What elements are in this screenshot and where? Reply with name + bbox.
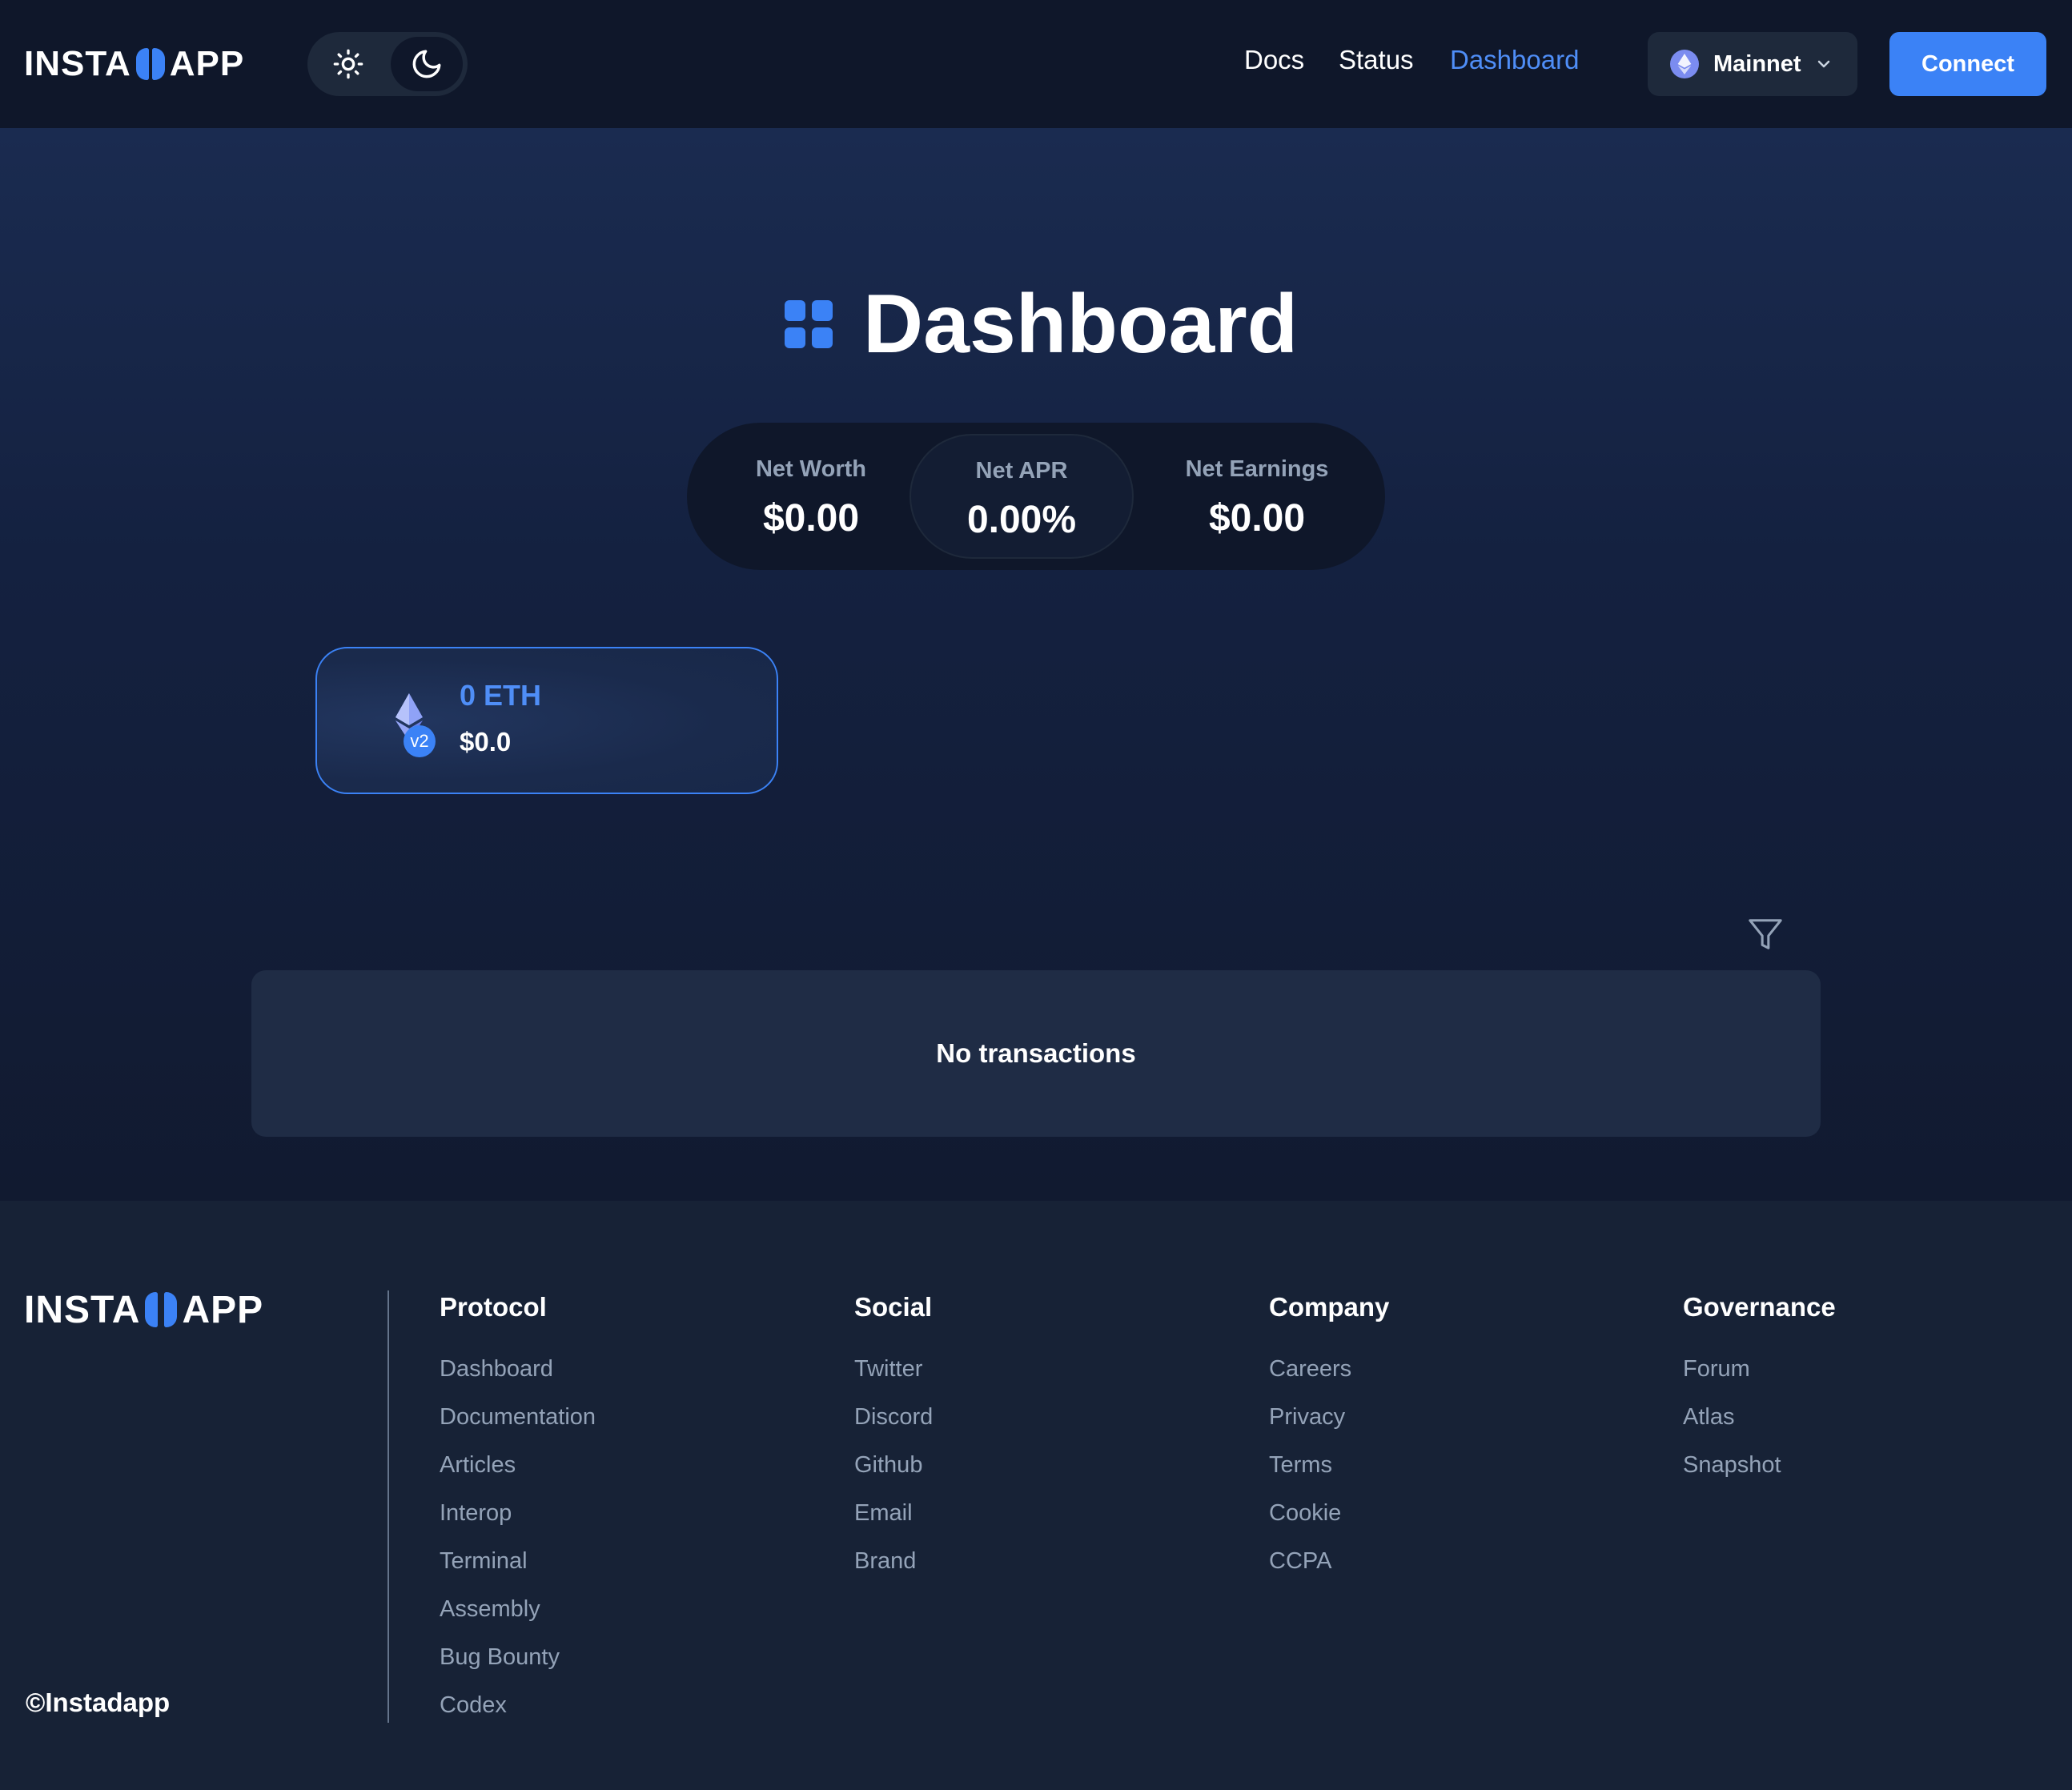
filter-icon[interactable] bbox=[1747, 916, 1784, 953]
header: INSTA APP Docs Status Dashboard Mainnet … bbox=[0, 0, 2072, 128]
network-selector[interactable]: Mainnet bbox=[1648, 32, 1857, 96]
footer-column-title: Protocol bbox=[440, 1292, 547, 1322]
footer-link-atlas[interactable]: Atlas bbox=[1683, 1399, 1836, 1447]
page-title-wrap: Dashboard bbox=[785, 272, 1298, 376]
net-apr-label: Net APR bbox=[975, 458, 1068, 484]
moon-icon bbox=[412, 50, 441, 78]
footer-link-terminal[interactable]: Terminal bbox=[440, 1543, 596, 1591]
footer-link-forum[interactable]: Forum bbox=[1683, 1351, 1836, 1399]
footer-column-title: Social bbox=[854, 1292, 933, 1322]
eth-usd-value: $0.0 bbox=[460, 727, 512, 757]
footer-link-twitter[interactable]: Twitter bbox=[854, 1351, 933, 1399]
logo[interactable]: INSTA APP bbox=[24, 42, 244, 86]
footer-link-assembly[interactable]: Assembly bbox=[440, 1591, 596, 1639]
sun-icon bbox=[333, 49, 363, 79]
footer-link-terms[interactable]: Terms bbox=[1269, 1447, 1389, 1495]
footer-logo-text-left: INSTA bbox=[24, 1288, 141, 1331]
footer-column-company: Company Careers Privacy Terms Cookie CCP… bbox=[1269, 1292, 1389, 1591]
footer-column-social: Social Twitter Discord Github Email Bran… bbox=[854, 1292, 933, 1591]
net-worth-stat: Net Worth $0.00 bbox=[719, 423, 903, 570]
net-apr-stat: Net APR 0.00% bbox=[910, 434, 1134, 559]
footer-link-snapshot[interactable]: Snapshot bbox=[1683, 1447, 1836, 1495]
footer-link-ccpa[interactable]: CCPA bbox=[1269, 1543, 1389, 1591]
no-transactions-text: No transactions bbox=[936, 1038, 1136, 1068]
nav-dashboard[interactable]: Dashboard bbox=[1450, 45, 1579, 75]
logo-text-right: APP bbox=[169, 44, 245, 83]
footer-link-brand[interactable]: Brand bbox=[854, 1543, 933, 1591]
footer-link-codex[interactable]: Codex bbox=[440, 1688, 596, 1736]
grid-icon bbox=[785, 300, 833, 348]
logo-mark-icon bbox=[143, 1290, 179, 1329]
footer-link-discord[interactable]: Discord bbox=[854, 1399, 933, 1447]
light-theme-button[interactable] bbox=[312, 37, 384, 91]
dashboard-main: Dashboard Net Worth $0.00 Net APR 0.00% … bbox=[0, 128, 2072, 1201]
footer-logo-text-right: APP bbox=[182, 1288, 264, 1331]
logo-mark-icon bbox=[135, 46, 167, 82]
net-earnings-label: Net Earnings bbox=[1185, 456, 1329, 482]
footer-link-privacy[interactable]: Privacy bbox=[1269, 1399, 1389, 1447]
footer-link-documentation[interactable]: Documentation bbox=[440, 1399, 596, 1447]
footer-link-articles[interactable]: Articles bbox=[440, 1447, 596, 1495]
footer-link-interop[interactable]: Interop bbox=[440, 1495, 596, 1543]
logo-text-left: INSTA bbox=[24, 44, 131, 83]
footer-link-github[interactable]: Github bbox=[854, 1447, 933, 1495]
footer-column-title: Company bbox=[1269, 1292, 1390, 1322]
footer-column-governance: Governance Forum Atlas Snapshot bbox=[1683, 1292, 1836, 1495]
network-label: Mainnet bbox=[1713, 50, 1801, 77]
chevron-down-icon bbox=[1817, 60, 1830, 68]
footer-divider bbox=[387, 1290, 389, 1723]
footer-link-careers[interactable]: Careers bbox=[1269, 1351, 1389, 1399]
connect-button[interactable]: Connect bbox=[1889, 32, 2046, 96]
footer-link-email[interactable]: Email bbox=[854, 1495, 933, 1543]
net-earnings-value: $0.00 bbox=[1208, 497, 1306, 540]
version-badge: v2 bbox=[404, 725, 436, 757]
eth-position-card[interactable]: v2 0 ETH $0.0 bbox=[315, 647, 778, 794]
copyright: ©Instadapp bbox=[26, 1688, 171, 1717]
ethereum-icon bbox=[1670, 50, 1699, 78]
stats-summary: Net Worth $0.00 Net APR 0.00% Net Earnin… bbox=[687, 423, 1385, 570]
footer-column-title: Governance bbox=[1683, 1292, 1836, 1322]
theme-toggle[interactable] bbox=[307, 32, 468, 96]
nav-status[interactable]: Status bbox=[1339, 45, 1414, 75]
footer-link-dashboard[interactable]: Dashboard bbox=[440, 1351, 596, 1399]
footer-column-protocol: Protocol Dashboard Documentation Article… bbox=[440, 1292, 596, 1736]
footer-link-bug-bounty[interactable]: Bug Bounty bbox=[440, 1639, 596, 1688]
nav-docs[interactable]: Docs bbox=[1244, 45, 1304, 75]
net-apr-value: 0.00% bbox=[966, 499, 1077, 541]
net-worth-label: Net Worth bbox=[755, 456, 866, 482]
eth-amount: 0 ETH bbox=[460, 679, 542, 712]
footer-logo[interactable]: INSTA APP bbox=[24, 1287, 263, 1332]
page-title: Dashboard bbox=[863, 277, 1299, 371]
footer: INSTA APP ©Instadapp Protocol Dashboard … bbox=[0, 1201, 2072, 1790]
net-worth-value: $0.00 bbox=[762, 497, 860, 540]
net-earnings-stat: Net Earnings $0.00 bbox=[1159, 423, 1355, 570]
footer-link-cookie[interactable]: Cookie bbox=[1269, 1495, 1389, 1543]
dark-theme-button[interactable] bbox=[391, 37, 463, 91]
transactions-panel: No transactions bbox=[251, 970, 1821, 1137]
